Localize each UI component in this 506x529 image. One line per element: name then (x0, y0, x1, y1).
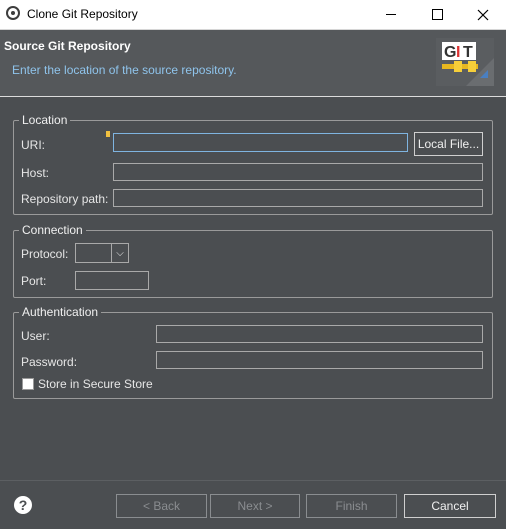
uri-label: URI: (21, 138, 45, 152)
title-bar: Clone Git Repository (0, 0, 506, 30)
location-legend: Location (19, 113, 71, 127)
back-button[interactable]: < Back (116, 494, 207, 518)
secure-store-checkbox[interactable] (22, 378, 34, 390)
chevron-down-icon: ⌵ (111, 244, 128, 262)
user-label: User: (21, 329, 50, 343)
uri-input[interactable] (113, 133, 408, 152)
repository-path-input[interactable] (113, 189, 483, 207)
port-label: Port: (21, 274, 47, 288)
svg-text:G: G (444, 44, 456, 61)
protocol-label: Protocol: (21, 247, 69, 261)
finish-button[interactable]: Finish (306, 494, 397, 518)
page-title: Source Git Repository (4, 39, 131, 53)
password-input[interactable] (156, 351, 483, 369)
maximize-button[interactable] (414, 0, 460, 29)
user-input[interactable] (156, 325, 483, 343)
maximize-icon (431, 9, 443, 20)
next-button[interactable]: Next > (210, 494, 300, 518)
footer-divider (0, 480, 506, 481)
minimize-icon (386, 14, 396, 15)
svg-text:T: T (463, 44, 473, 61)
host-input[interactable] (113, 163, 483, 181)
close-icon (477, 9, 489, 20)
host-label: Host: (21, 166, 50, 180)
svg-text:I: I (456, 44, 460, 61)
local-file-button[interactable]: Local File... (414, 132, 483, 156)
wizard-header: Source Git Repository Enter the location… (0, 30, 506, 97)
password-label: Password: (21, 355, 78, 369)
required-field-icon (106, 131, 110, 137)
help-icon[interactable]: ? (14, 496, 32, 514)
window-title: Clone Git Repository (27, 7, 138, 21)
authentication-legend: Authentication (19, 305, 102, 319)
protocol-select[interactable]: ⌵ (75, 243, 129, 263)
minimize-button[interactable] (368, 0, 414, 29)
connection-legend: Connection (19, 223, 86, 237)
secure-store-label[interactable]: Store in Secure Store (38, 377, 153, 391)
port-input[interactable] (75, 271, 149, 290)
page-description: Enter the location of the source reposit… (12, 63, 237, 77)
git-logo-icon: G I T (436, 38, 494, 86)
cancel-button[interactable]: Cancel (404, 494, 496, 518)
repository-path-label: Repository path: (21, 192, 109, 206)
close-button[interactable] (460, 0, 506, 29)
eclipse-icon (6, 6, 20, 20)
